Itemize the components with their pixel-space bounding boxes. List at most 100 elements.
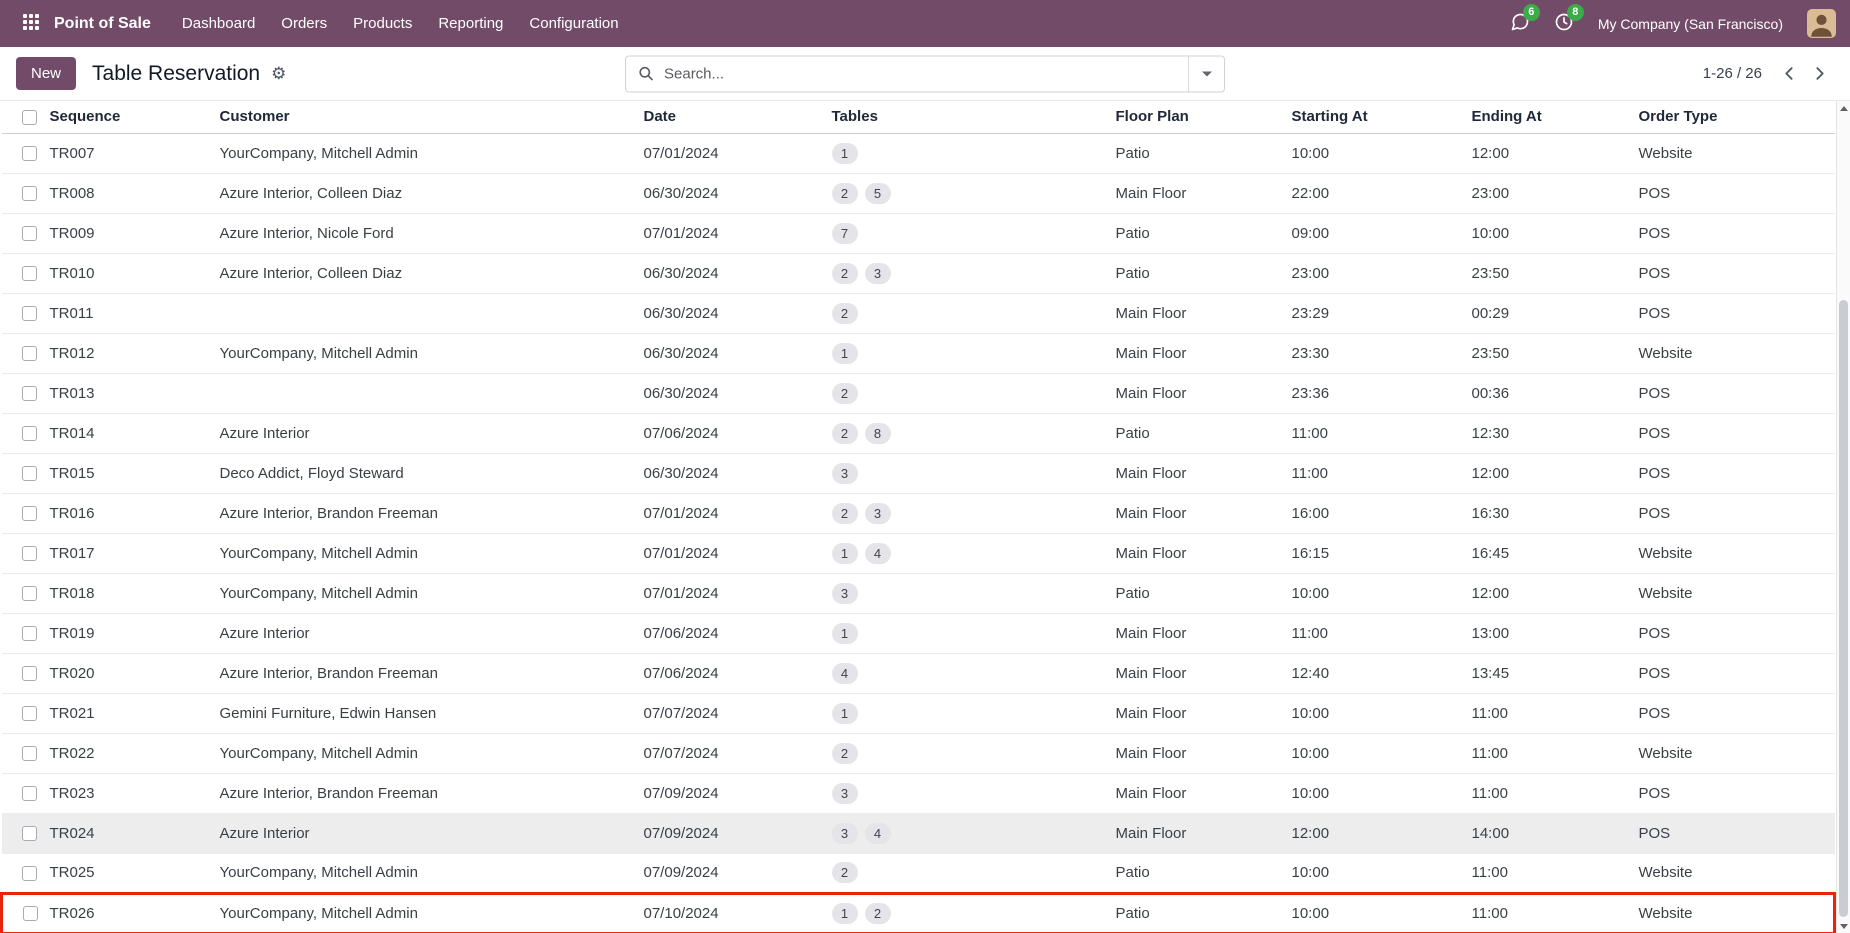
row-checkbox[interactable] [22, 546, 37, 561]
cell-customer: Azure Interior, Colleen Diaz [216, 173, 640, 213]
table-row[interactable]: TR023 Azure Interior, Brandon Freeman 07… [2, 773, 1835, 813]
cell-order-type: Website [1635, 333, 1835, 373]
activities-button[interactable]: 8 [1554, 12, 1574, 35]
table-row[interactable]: TR009 Azure Interior, Nicole Ford 07/01/… [2, 213, 1835, 253]
menu-item-configuration[interactable]: Configuration [516, 0, 631, 47]
company-switcher[interactable]: My Company (San Francisco) [1598, 16, 1783, 32]
cell-ending-at: 13:00 [1468, 613, 1635, 653]
cell-date: 07/01/2024 [640, 493, 828, 533]
cell-ending-at: 16:45 [1468, 533, 1635, 573]
row-checkbox[interactable] [22, 626, 37, 641]
row-checkbox[interactable] [22, 786, 37, 801]
pager-next-button[interactable] [1804, 59, 1834, 89]
scroll-up-arrow[interactable] [1837, 101, 1850, 115]
menu-item-orders[interactable]: Orders [268, 0, 340, 47]
search-input[interactable] [662, 56, 1188, 91]
row-checkbox[interactable] [22, 226, 37, 241]
cell-ending-at: 23:00 [1468, 173, 1635, 213]
table-row[interactable]: TR025 YourCompany, Mitchell Admin 07/09/… [2, 853, 1835, 893]
cell-order-type: Website [1635, 853, 1835, 893]
column-header-tables[interactable]: Tables [828, 101, 1112, 133]
table-row[interactable]: TR008 Azure Interior, Colleen Diaz 06/30… [2, 173, 1835, 213]
row-checkbox[interactable] [22, 146, 37, 161]
table-row[interactable]: TR017 YourCompany, Mitchell Admin 07/01/… [2, 533, 1835, 573]
pager-previous-button[interactable] [1774, 59, 1804, 89]
table-row[interactable]: TR024 Azure Interior 07/09/2024 34 Main … [2, 813, 1835, 853]
vertical-scrollbar[interactable] [1836, 101, 1850, 933]
cell-starting-at: 10:00 [1288, 133, 1468, 173]
scroll-down-arrow[interactable] [1837, 919, 1850, 933]
row-checkbox[interactable] [22, 346, 37, 361]
table-row[interactable]: TR018 YourCompany, Mitchell Admin 07/01/… [2, 573, 1835, 613]
cell-order-type: Website [1635, 133, 1835, 173]
cell-ending-at: 11:00 [1468, 693, 1635, 733]
column-header-floor-plan[interactable]: Floor Plan [1112, 101, 1288, 133]
table-number-tag: 4 [865, 543, 891, 564]
cell-date: 07/06/2024 [640, 413, 828, 453]
menu-item-dashboard[interactable]: Dashboard [169, 0, 268, 47]
row-checkbox[interactable] [22, 306, 37, 321]
pager: 1-26 / 26 [1703, 59, 1834, 89]
cell-customer [216, 293, 640, 333]
cell-starting-at: 10:00 [1288, 573, 1468, 613]
menu-item-reporting[interactable]: Reporting [425, 0, 516, 47]
table-row[interactable]: TR007 YourCompany, Mitchell Admin 07/01/… [2, 133, 1835, 173]
column-header-customer[interactable]: Customer [216, 101, 640, 133]
row-checkbox[interactable] [22, 866, 37, 881]
search-dropdown-toggle[interactable] [1188, 56, 1224, 91]
cell-tables: 2 [828, 733, 1112, 773]
table-row[interactable]: TR012 YourCompany, Mitchell Admin 06/30/… [2, 333, 1835, 373]
row-checkbox[interactable] [22, 706, 37, 721]
table-row[interactable]: TR011 06/30/2024 2 Main Floor 23:29 00:2… [2, 293, 1835, 333]
cell-order-type: POS [1635, 173, 1835, 213]
table-row[interactable]: TR026 YourCompany, Mitchell Admin 07/10/… [2, 893, 1835, 933]
cell-floor-plan: Patio [1112, 133, 1288, 173]
row-checkbox[interactable] [22, 186, 37, 201]
app-title[interactable]: Point of Sale [54, 15, 151, 33]
cell-customer: YourCompany, Mitchell Admin [216, 133, 640, 173]
new-button[interactable]: New [16, 57, 76, 90]
row-checkbox[interactable] [23, 906, 38, 921]
row-checkbox[interactable] [22, 466, 37, 481]
select-all-checkbox[interactable] [22, 110, 37, 125]
row-checkbox[interactable] [22, 826, 37, 841]
search-bar[interactable] [625, 55, 1225, 92]
row-checkbox[interactable] [22, 506, 37, 521]
cell-customer: YourCompany, Mitchell Admin [216, 853, 640, 893]
table-row[interactable]: TR013 06/30/2024 2 Main Floor 23:36 00:3… [2, 373, 1835, 413]
cell-tables: 4 [828, 653, 1112, 693]
table-row[interactable]: TR016 Azure Interior, Brandon Freeman 07… [2, 493, 1835, 533]
row-checkbox[interactable] [22, 266, 37, 281]
cell-tables: 2 [828, 293, 1112, 333]
cell-date: 07/09/2024 [640, 773, 828, 813]
messages-button[interactable]: 6 [1510, 12, 1530, 35]
table-number-tag: 2 [832, 743, 858, 764]
column-header-ending-at[interactable]: Ending At [1468, 101, 1635, 133]
table-row[interactable]: TR020 Azure Interior, Brandon Freeman 07… [2, 653, 1835, 693]
cell-customer: YourCompany, Mitchell Admin [216, 333, 640, 373]
column-header-sequence[interactable]: Sequence [46, 101, 216, 133]
row-checkbox[interactable] [22, 586, 37, 601]
menu-item-products[interactable]: Products [340, 0, 425, 47]
table-row[interactable]: TR010 Azure Interior, Colleen Diaz 06/30… [2, 253, 1835, 293]
scrollbar-thumb[interactable] [1839, 300, 1848, 917]
table-row[interactable]: TR015 Deco Addict, Floyd Steward 06/30/2… [2, 453, 1835, 493]
gear-icon[interactable]: ⚙ [269, 63, 288, 84]
apps-menu-button[interactable] [14, 7, 48, 41]
cell-ending-at: 12:30 [1468, 413, 1635, 453]
cell-starting-at: 10:00 [1288, 853, 1468, 893]
table-row[interactable]: TR014 Azure Interior 07/06/2024 28 Patio… [2, 413, 1835, 453]
user-avatar[interactable] [1807, 9, 1836, 38]
row-checkbox[interactable] [22, 386, 37, 401]
cell-sequence: TR026 [46, 893, 216, 933]
table-row[interactable]: TR022 YourCompany, Mitchell Admin 07/07/… [2, 733, 1835, 773]
column-header-starting-at[interactable]: Starting At [1288, 101, 1468, 133]
row-checkbox[interactable] [22, 426, 37, 441]
table-row[interactable]: TR021 Gemini Furniture, Edwin Hansen 07/… [2, 693, 1835, 733]
row-checkbox[interactable] [22, 746, 37, 761]
cell-sequence: TR021 [46, 693, 216, 733]
table-row[interactable]: TR019 Azure Interior 07/06/2024 1 Main F… [2, 613, 1835, 653]
column-header-date[interactable]: Date [640, 101, 828, 133]
column-header-order-type[interactable]: Order Type [1635, 101, 1835, 133]
row-checkbox[interactable] [22, 666, 37, 681]
